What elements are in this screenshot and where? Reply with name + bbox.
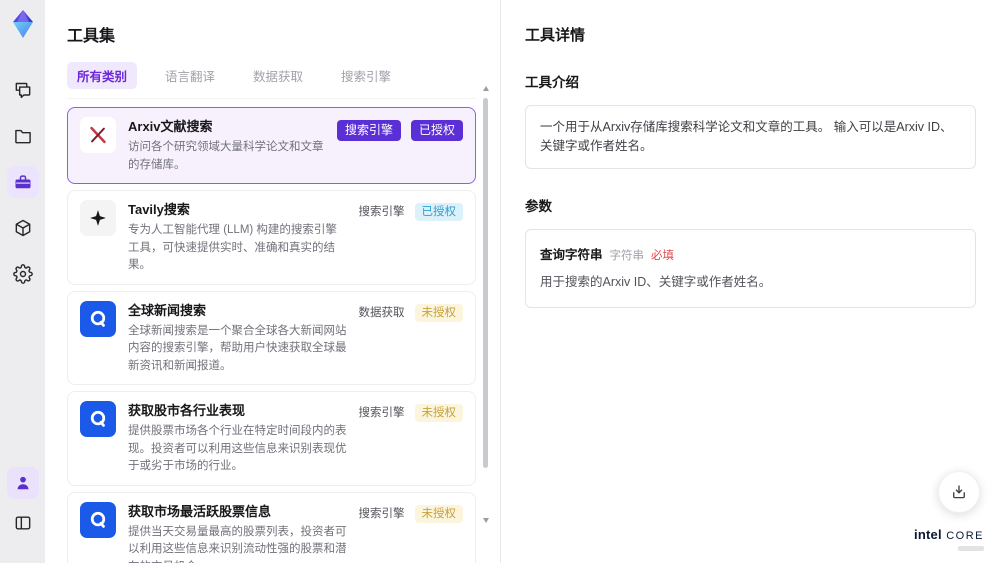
status-badge: 未授权	[414, 404, 463, 422]
tavily-star-icon	[80, 200, 116, 236]
tool-description: 访问各个研究领域大量科学论文和文章的存储库。	[128, 141, 324, 171]
category-label: 搜索引擎	[358, 407, 405, 419]
tool-card-active-stocks[interactable]: 获取市场最活跃股票信息 提供当天交易量最高的股票列表，投资者可以利用这些信息来识…	[67, 491, 476, 563]
brand-core: core	[946, 530, 984, 542]
category-label: 数据获取	[358, 306, 405, 319]
settings-gear-icon[interactable]	[7, 258, 39, 290]
tool-name: 全球新闻搜索	[128, 302, 207, 318]
tool-name: 获取股市各行业表现	[128, 403, 246, 418]
tool-description: 提供当天交易量最高的股票列表，投资者可以利用这些信息来识别流动性强的股票和潜在的…	[128, 525, 347, 563]
status-badge: 已授权	[414, 203, 463, 221]
intro-section-title: 工具介绍	[525, 75, 579, 90]
download-button[interactable]	[938, 471, 980, 513]
status-badge: 未授权	[414, 504, 463, 523]
tool-description: 全球新闻搜索是一个聚合全球各大新闻网站内容的搜索引擎，帮助用户快速获取全球最新资…	[128, 324, 347, 372]
category-label: 搜索引擎	[358, 507, 405, 520]
toolbox-icon[interactable]	[6, 166, 39, 198]
tab-language-translation[interactable]: 语言翻译	[155, 62, 225, 89]
user-icon[interactable]	[6, 467, 39, 499]
brand-subtext-bar	[958, 546, 984, 551]
arxiv-icon	[80, 117, 116, 153]
download-icon	[953, 485, 965, 499]
tool-card-tavily[interactable]: Tavily搜索 专为人工智能代理 (LLM) 构建的搜索引擎工具，可快速提供实…	[67, 190, 476, 285]
folder-icon[interactable]	[7, 120, 39, 152]
tool-list: Arxiv文献搜索 访问各个研究领域大量科学论文和文章的存储库。 搜索引擎 已授…	[67, 107, 476, 563]
tool-name: 获取市场最活跃股票信息	[128, 503, 272, 519]
scroll-up-arrow-icon[interactable]	[483, 86, 489, 91]
category-tabs: 所有类别 语言翻译 数据获取 搜索引擎	[67, 62, 476, 99]
panel-toggle-icon[interactable]	[7, 507, 39, 539]
param-name: 查询字符串	[540, 248, 603, 262]
param-description: 用于搜索的Arxiv ID、关键字或作者姓名。	[540, 275, 772, 289]
tool-description: 提供股票市场各个行业在特定时间段内的表现。投资者可以利用这些信息来识别表现优于或…	[128, 425, 347, 472]
left-rail	[0, 0, 45, 563]
tab-all-categories[interactable]: 所有类别	[67, 62, 138, 89]
tool-card-arxiv[interactable]: Arxiv文献搜索 访问各个研究领域大量科学论文和文章的存储库。 搜索引擎 已授…	[67, 107, 476, 184]
chat-icon[interactable]	[7, 74, 39, 106]
param-required-flag: 必填	[651, 250, 675, 262]
param-type: 字符串	[609, 250, 645, 262]
tool-name: Tavily搜索	[128, 202, 190, 217]
quark-icon	[80, 300, 116, 337]
params-section-title: 参数	[525, 199, 552, 214]
tool-description: 专为人工智能代理 (LLM) 构建的搜索引擎工具，可快速提供实时、准确和真实的结…	[128, 224, 337, 271]
tool-card-sector-performance[interactable]: 获取股市各行业表现 提供股票市场各个行业在特定时间段内的表现。投资者可以利用这些…	[67, 391, 476, 486]
parameter-box: 查询字符串 字符串 必填 用于搜索的Arxiv ID、关键字或作者姓名。	[525, 229, 976, 308]
brand-intel: intel	[914, 527, 942, 542]
cube-icon[interactable]	[7, 212, 39, 244]
scroll-down-arrow-icon[interactable]	[483, 518, 489, 523]
tool-list-panel: 工具集 所有类别 语言翻译 数据获取 搜索引擎 Arxiv文献搜索 访问各个研究…	[45, 0, 500, 563]
tab-data-fetch[interactable]: 数据获取	[243, 62, 313, 89]
quark-icon	[80, 501, 116, 538]
tab-search-engine[interactable]: 搜索引擎	[331, 62, 401, 89]
tool-card-global-news[interactable]: 全球新闻搜索 全球新闻搜索是一个聚合全球各大新闻网站内容的搜索引擎，帮助用户快速…	[67, 290, 476, 385]
intel-core-logo: intel core	[914, 528, 984, 551]
scrollbar-thumb[interactable]	[483, 98, 488, 468]
category-label: 搜索引擎	[358, 206, 405, 218]
tool-detail-panel: 工具详情 工具介绍 一个用于从Arxiv存储库搜索科学论文和文章的工具。 输入可…	[500, 0, 1000, 563]
status-badge: 已授权	[410, 120, 463, 141]
page-title: 工具集	[67, 28, 116, 45]
tool-intro-box: 一个用于从Arxiv存储库搜索科学论文和文章的工具。 输入可以是Arxiv ID…	[525, 105, 976, 169]
status-badge: 未授权	[414, 303, 463, 322]
app-logo	[7, 8, 39, 40]
category-badge: 搜索引擎	[336, 120, 401, 141]
quark-icon	[80, 401, 116, 437]
detail-title: 工具详情	[525, 27, 586, 44]
list-scrollbar[interactable]	[483, 86, 489, 556]
tool-name: Arxiv文献搜索	[128, 119, 213, 134]
